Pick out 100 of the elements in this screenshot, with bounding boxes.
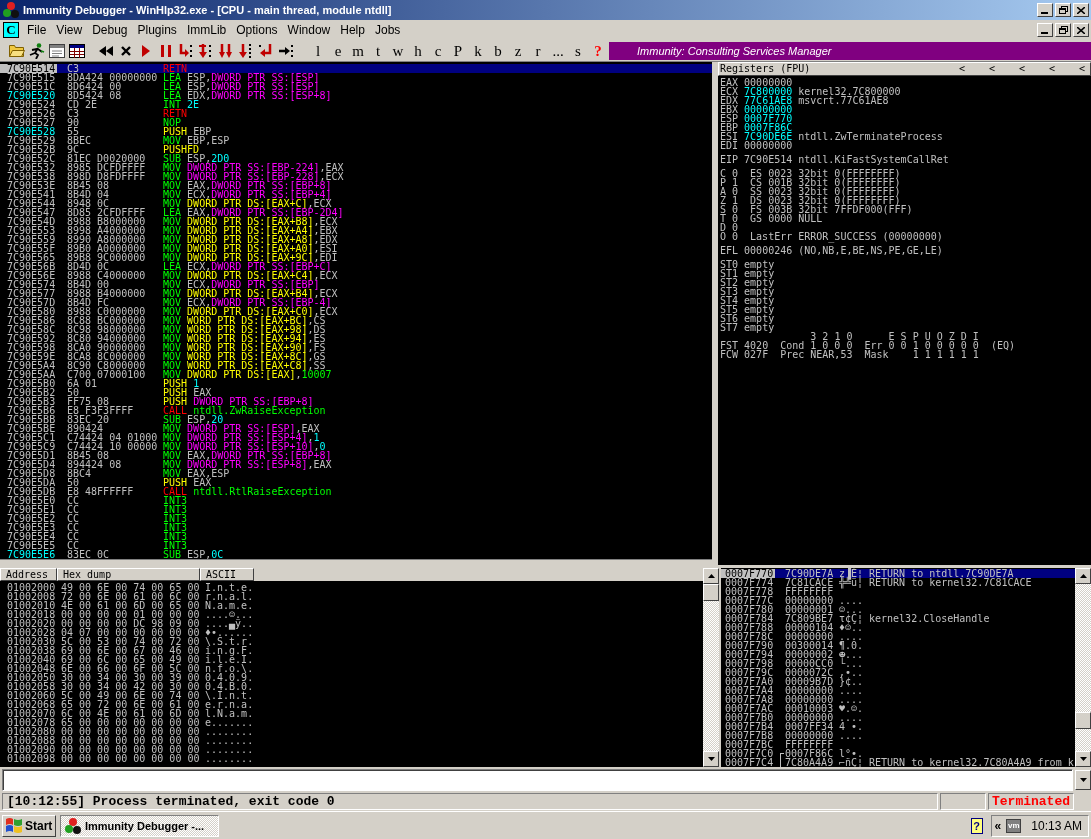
register-value[interactable]: 7C90E514 — [744, 155, 793, 164]
register-value[interactable]: 00000000 — [744, 141, 793, 150]
register-value[interactable]: 00000000 — [744, 105, 793, 114]
fpu-register-value: empty — [744, 296, 775, 305]
runner-icon[interactable] — [29, 42, 45, 59]
dump-hex-bytes: 6E 00 66 00 6F 00 5C 00 — [61, 664, 201, 673]
minimize-button[interactable] — [1037, 23, 1053, 37]
dump-ascii: ....▄ÿ.. — [205, 619, 255, 628]
register-value[interactable]: 00000246 — [744, 246, 793, 255]
menu-item[interactable]: Debug — [87, 21, 133, 39]
command-input[interactable] — [2, 768, 1073, 791]
expand-tray-button[interactable]: « — [994, 818, 1002, 833]
flag-bit[interactable]: 0 — [732, 205, 751, 214]
pause-icon[interactable] — [161, 44, 171, 57]
toolbar-button[interactable]: b — [488, 40, 508, 61]
register-value[interactable]: 7C90DE6E — [744, 132, 793, 141]
flag-bit[interactable]: 0 — [732, 223, 751, 232]
menu-item[interactable]: Options — [231, 21, 283, 39]
minimize-button[interactable] — [1037, 3, 1053, 17]
opcode-cell-text: 8988 B4000000 — [66, 289, 147, 298]
nav-button[interactable]: < — [1014, 63, 1030, 75]
nav-button[interactable]: < — [1044, 63, 1060, 75]
close-icon[interactable] — [121, 45, 131, 56]
consulting-banner[interactable]: Immunity: Consulting Services Manager — [609, 41, 1091, 60]
menu-item[interactable]: Window — [282, 21, 336, 39]
menu-item[interactable]: File — [22, 21, 52, 39]
window-menu-button[interactable]: C — [3, 22, 19, 38]
scroll-thumb[interactable] — [703, 584, 719, 601]
step-into-icon[interactable] — [179, 43, 193, 58]
flag-bit[interactable]: 0 — [732, 214, 751, 223]
toolbar-button[interactable]: s — [568, 40, 588, 61]
register-value[interactable]: 7C800000 — [744, 87, 793, 96]
nav-button[interactable]: < — [954, 63, 970, 75]
goto-icon[interactable] — [279, 44, 293, 57]
trace-over-icon[interactable] — [239, 43, 253, 58]
stack-row[interactable]: 0007F770 7C90DE7A z▐É¦ RETURN to ntdll.7C90DE7A — [721, 569, 1075, 578]
vm-tray-button[interactable]: vm — [1006, 818, 1022, 833]
toolbar-button[interactable]: l — [308, 40, 328, 61]
register-value[interactable]: 00000000 — [744, 78, 793, 87]
toolbar-button[interactable]: z — [508, 40, 528, 61]
folder-icon[interactable] — [9, 44, 25, 57]
toolbar-button[interactable]: k — [468, 40, 488, 61]
start-button[interactable]: Start — [2, 814, 56, 837]
toolbar-button[interactable]: r — [528, 40, 548, 61]
menu-item[interactable]: ImmLib — [181, 21, 232, 39]
history-dropdown-button[interactable] — [1075, 769, 1091, 790]
opcode-cell-text: CC — [66, 496, 81, 505]
nav-button[interactable]: < — [1074, 63, 1090, 75]
trace-into-icon[interactable] — [219, 43, 233, 58]
nav-button[interactable]: < — [984, 63, 1000, 75]
restore-button[interactable] — [1055, 23, 1071, 37]
flag-bit[interactable]: 0 — [732, 232, 751, 241]
toolbar-button[interactable]: e — [328, 40, 348, 61]
help-tray-button[interactable]: ? — [970, 817, 983, 834]
toolbar-button[interactable]: ... — [548, 40, 568, 61]
dump-hex-bytes: 49 00 6E 00 74 00 65 00 — [61, 583, 201, 592]
register-value[interactable]: 4020 — [744, 341, 781, 350]
window-icon[interactable] — [49, 43, 65, 58]
scroll-thumb[interactable] — [1075, 712, 1091, 729]
toolbar-button[interactable]: P — [448, 40, 468, 61]
stack-ascii: └... — [839, 659, 865, 668]
return-icon[interactable] — [259, 43, 273, 58]
stack-address: 0007F790 — [724, 641, 775, 650]
scroll-down-button[interactable] — [1075, 751, 1091, 767]
menu-item[interactable]: Plugins — [132, 21, 182, 39]
register-value[interactable]: 77C61AE8 — [744, 96, 793, 105]
toolbar-button[interactable]: t — [368, 40, 388, 61]
stack-address: 0007F770 — [721, 569, 775, 578]
scroll-up-button[interactable] — [1075, 568, 1091, 584]
register-value[interactable]: 0007F770 — [744, 114, 793, 123]
menu-item[interactable]: Jobs — [369, 21, 406, 39]
step-over-icon[interactable] — [199, 43, 213, 58]
register-value[interactable]: 0007F86C — [744, 123, 793, 132]
taskbar-button[interactable]: Immunity Debugger -... — [60, 814, 219, 837]
flag-bit[interactable]: 1 — [732, 196, 751, 205]
dump-hex-bytes: 00 00 00 00 DC 98 09 00 — [61, 619, 201, 628]
close-button[interactable] — [1073, 3, 1089, 17]
disassembly-row[interactable]: 7C90E514 C3 RETN — [0, 64, 712, 73]
grid-icon[interactable] — [69, 43, 85, 58]
toolbar-button[interactable]: c — [428, 40, 448, 61]
flag-bit[interactable]: 1 — [732, 178, 751, 187]
column-header[interactable]: Address — [0, 568, 57, 581]
column-header[interactable]: ASCII — [200, 568, 254, 581]
toolbar-button[interactable]: m — [348, 40, 368, 61]
toolbar-button[interactable]: w — [388, 40, 408, 61]
condition-bits: Cond 1 0 0 0 — [780, 341, 854, 350]
toolbar-button[interactable]: h — [408, 40, 428, 61]
scroll-down-button[interactable] — [703, 751, 719, 767]
flag-bit[interactable]: 0 — [732, 169, 751, 178]
menu-item[interactable]: View — [51, 21, 88, 39]
register-value[interactable]: 027F — [744, 350, 781, 359]
flag-bit[interactable]: 0 — [732, 187, 751, 196]
column-header[interactable]: Hex dump — [57, 568, 200, 581]
fpu-register-name: ST4 — [720, 296, 739, 305]
close-button[interactable] — [1073, 23, 1089, 37]
scroll-up-button[interactable] — [703, 568, 719, 584]
play-icon[interactable] — [142, 44, 150, 57]
menu-item[interactable]: Help — [335, 21, 370, 39]
restore-button[interactable] — [1055, 3, 1071, 17]
rewind-icon[interactable] — [99, 45, 113, 56]
